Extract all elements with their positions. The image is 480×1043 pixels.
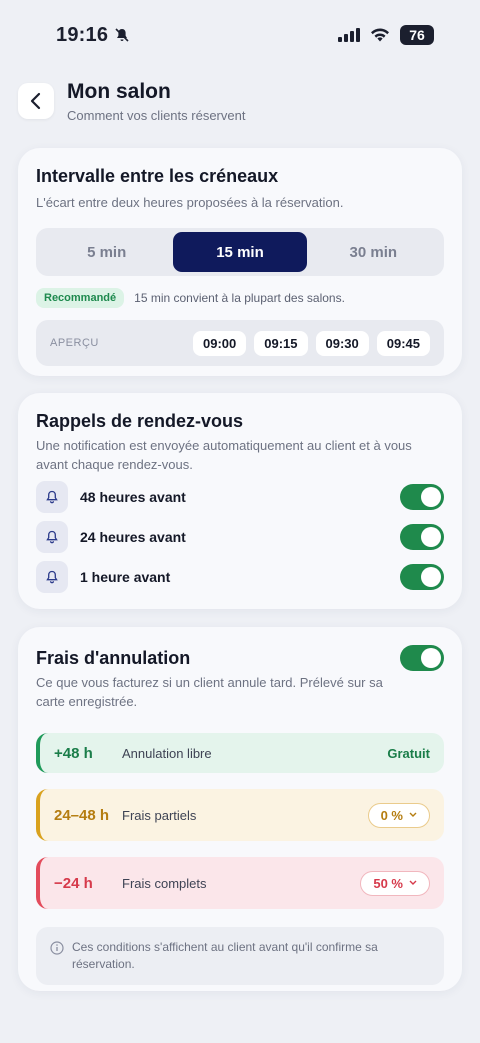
reminder-label: 24 heures avant <box>80 529 186 545</box>
reminder-row-1h: 1 heure avant <box>36 560 444 594</box>
bell-icon <box>36 561 68 593</box>
cancellation-description: Ce que vous facturez si un client annule… <box>36 675 383 709</box>
chevron-down-icon <box>409 880 417 885</box>
preview-slot: 09:15 <box>254 330 308 356</box>
status-bar: 19:16 76 <box>0 0 480 70</box>
interval-option-5[interactable]: 5 min <box>40 232 173 272</box>
cancellation-title: Frais d'annulation <box>36 647 191 668</box>
interval-title: Intervalle entre les créneaux <box>36 166 279 186</box>
page-subtitle: Comment vos clients réservent <box>67 107 246 123</box>
preview-strip: APERÇU 09:00 09:15 09:30 09:45 <box>36 320 444 366</box>
chevron-left-icon <box>30 92 41 110</box>
fee-tier-label: Frais complets <box>122 875 207 891</box>
info-text: Ces conditions s'affichent au client ava… <box>72 940 378 971</box>
interval-option-30[interactable]: 30 min <box>307 232 440 272</box>
fee-tier-label: Annulation libre <box>122 745 212 761</box>
page-header: Mon salon Comment vos clients réservent <box>0 70 480 132</box>
interval-description: L'écart entre deux heures proposées à la… <box>36 195 344 210</box>
preview-slot: 09:45 <box>376 330 430 356</box>
fee-tier-free: +48 h Annulation libre Gratuit <box>36 733 444 773</box>
interval-option-15[interactable]: 15 min <box>173 232 307 272</box>
wifi-icon <box>371 28 389 42</box>
status-time: 19:16 <box>56 24 130 47</box>
reminder-toggle-1h[interactable] <box>400 564 444 590</box>
recommended-note: 15 min convient à la plupart des salons. <box>134 291 345 305</box>
status-icons: 76 <box>338 25 434 45</box>
fee-tier-hours: 24–48 h <box>54 806 110 824</box>
preview-label: APERÇU <box>50 337 99 349</box>
info-box: Ces conditions s'affichent au client ava… <box>36 927 444 985</box>
fee-tier-partial: 24–48 h Frais partiels 0 % <box>36 789 444 841</box>
back-button[interactable] <box>18 83 54 119</box>
preview-slot: 09:00 <box>193 330 247 356</box>
bell-icon <box>36 521 68 553</box>
fee-percent-value: 0 % <box>380 807 403 823</box>
preview-slot: 09:30 <box>315 330 369 356</box>
reminder-row-48h: 48 heures avant <box>36 480 444 514</box>
reminders-card: Rappels de rendez-vous Une notification … <box>18 393 462 609</box>
recommended-badge: Recommandé <box>36 288 125 308</box>
bell-icon <box>36 481 68 513</box>
fee-tier-full: −24 h Frais complets 50 % <box>36 857 444 909</box>
cancellation-card: Frais d'annulation Ce que vous facturez … <box>18 627 462 991</box>
reminder-label: 48 heures avant <box>80 489 186 505</box>
reminders-title: Rappels de rendez-vous <box>36 411 244 431</box>
clock: 19:16 <box>56 23 109 46</box>
fee-tier-value: Gratuit <box>387 745 430 761</box>
signal-icon <box>338 28 360 42</box>
fee-percent-select[interactable]: 0 % <box>367 802 430 828</box>
interval-card: Intervalle entre les créneaux L'écart en… <box>18 148 462 376</box>
info-icon <box>50 941 64 955</box>
reminder-label: 1 heure avant <box>80 569 171 585</box>
fee-percent-select[interactable]: 50 % <box>360 870 430 896</box>
page-title: Mon salon <box>67 79 171 103</box>
fee-tier-hours: −24 h <box>54 874 93 892</box>
battery-indicator: 76 <box>400 25 434 45</box>
fee-percent-value: 50 % <box>373 875 403 891</box>
fee-tier-hours: +48 h <box>54 744 93 762</box>
reminder-toggle-48h[interactable] <box>400 484 444 510</box>
reminders-description: Une notification est envoyée automatique… <box>36 438 412 472</box>
reminder-toggle-24h[interactable] <box>400 524 444 550</box>
cancellation-toggle[interactable] <box>400 645 444 671</box>
reminder-row-24h: 24 heures avant <box>36 520 444 554</box>
interval-segmented-control: 5 min 15 min 30 min <box>36 228 444 276</box>
fee-tier-label: Frais partiels <box>122 807 197 823</box>
chevron-down-icon <box>409 812 417 817</box>
bell-muted-icon <box>115 28 129 42</box>
